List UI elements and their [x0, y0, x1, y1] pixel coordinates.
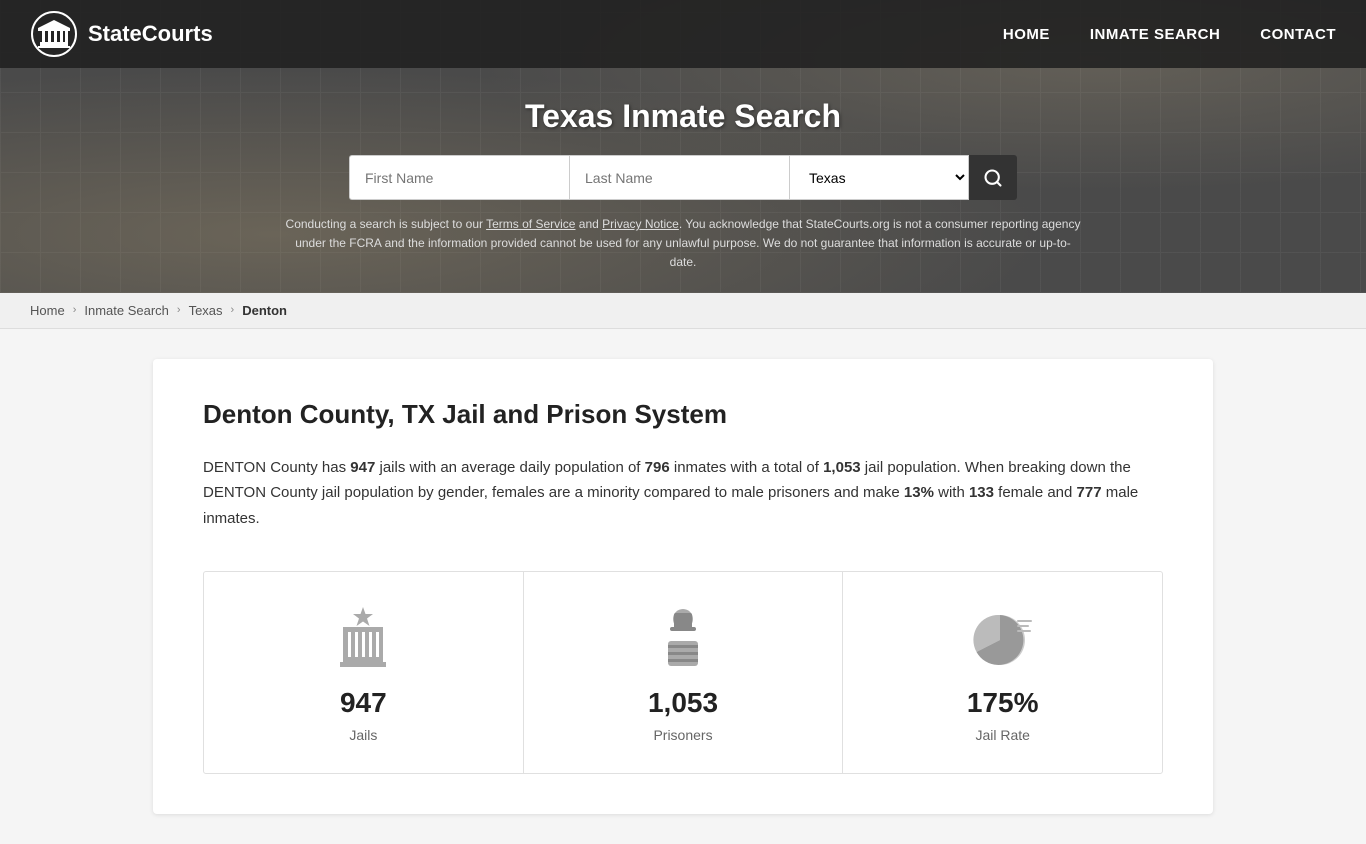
breadcrumb-texas[interactable]: Texas	[189, 303, 223, 318]
search-form: Select State Alabama Alaska Arizona Arka…	[20, 155, 1346, 200]
page-title: Texas Inmate Search	[20, 98, 1346, 135]
breadcrumb-inmate-search[interactable]: Inmate Search	[84, 303, 169, 318]
nav-contact[interactable]: CONTACT	[1260, 26, 1336, 43]
main-content: Denton County, TX Jail and Prison System…	[133, 359, 1233, 815]
stat-prisoners-label: Prisoners	[544, 727, 823, 743]
rate-icon	[963, 602, 1043, 672]
last-name-input[interactable]	[569, 155, 789, 200]
stat-prisoners-number: 1,053	[544, 687, 823, 719]
header: StateCourts HOME INMATE SEARCH CONTACT T…	[0, 0, 1366, 293]
breadcrumb-home[interactable]: Home	[30, 303, 65, 318]
navigation: StateCourts HOME INMATE SEARCH CONTACT	[0, 0, 1366, 68]
stat-rate-label: Jail Rate	[863, 727, 1142, 743]
logo-icon	[30, 10, 78, 58]
prisoner-icon	[643, 602, 723, 672]
jail-icon	[323, 602, 403, 672]
content-title: Denton County, TX Jail and Prison System	[203, 399, 1163, 430]
breadcrumb-current: Denton	[242, 303, 287, 318]
terms-link[interactable]: Terms of Service	[486, 217, 575, 231]
nav-inmate-search[interactable]: INMATE SEARCH	[1090, 26, 1220, 43]
stat-jails-number: 947	[224, 687, 503, 719]
logo-link[interactable]: StateCourts	[30, 10, 213, 58]
breadcrumb-sep-2: ›	[177, 304, 181, 316]
first-name-input[interactable]	[349, 155, 569, 200]
logo-text: StateCourts	[88, 21, 213, 47]
header-content: Texas Inmate Search Select State Alabama…	[0, 68, 1366, 293]
stat-jails-label: Jails	[224, 727, 503, 743]
stat-rate-number: 175%	[863, 687, 1142, 719]
search-icon	[983, 168, 1003, 188]
breadcrumb: Home › Inmate Search › Texas › Denton	[0, 293, 1366, 329]
nav-links: HOME INMATE SEARCH CONTACT	[1003, 26, 1336, 43]
stats-row: 947 Jails	[203, 571, 1163, 774]
breadcrumb-sep-3: ›	[231, 304, 235, 316]
nav-home[interactable]: HOME	[1003, 26, 1050, 43]
stat-prisoners: 1,053 Prisoners	[524, 572, 844, 773]
content-description: DENTON County has 947 jails with an aver…	[203, 455, 1163, 532]
content-card: Denton County, TX Jail and Prison System…	[153, 359, 1213, 815]
search-button[interactable]	[969, 155, 1017, 200]
disclaimer-text: Conducting a search is subject to our Te…	[283, 215, 1083, 273]
privacy-link[interactable]: Privacy Notice	[602, 217, 679, 231]
stat-jail-rate: 175% Jail Rate	[843, 572, 1162, 773]
breadcrumb-sep-1: ›	[73, 304, 77, 316]
state-select[interactable]: Select State Alabama Alaska Arizona Arka…	[789, 155, 969, 200]
stat-jails: 947 Jails	[204, 572, 524, 773]
